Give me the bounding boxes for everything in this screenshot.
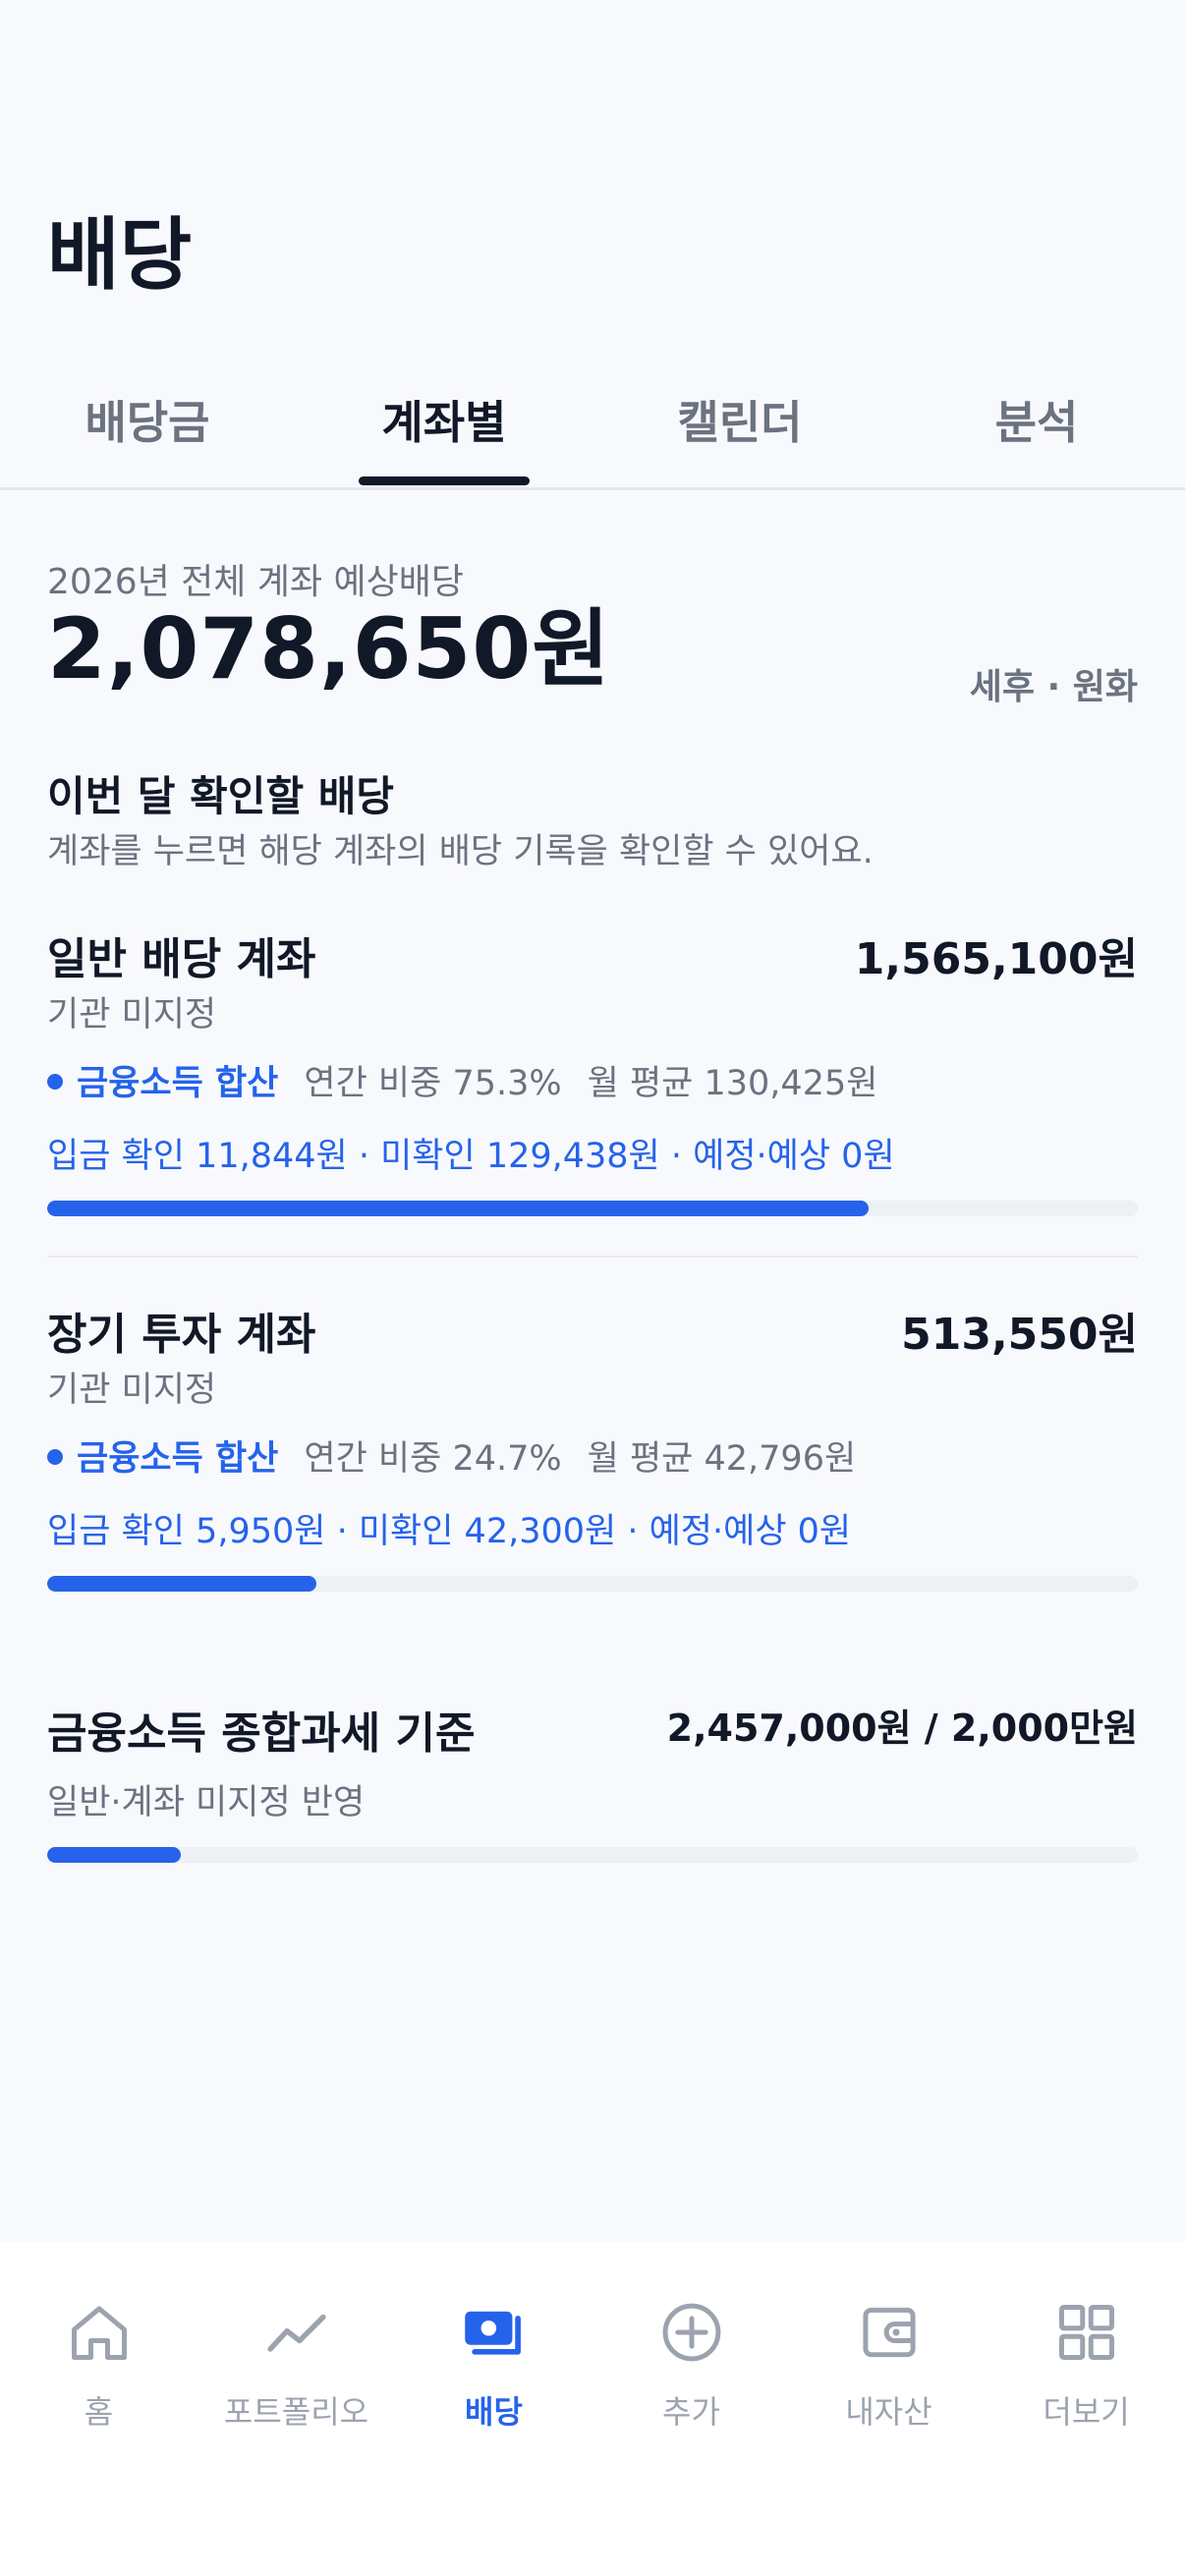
account-card-long-term[interactable]: 장기 투자 계좌 513,550원 기관 미지정 금융소득 합산 연간 비중 24… [47,1299,1138,1594]
page-title: 배당 [47,209,193,301]
monthly-average: 월 평균 130,425원 [587,1064,878,1103]
summary-note: 세후 · 원화 [969,667,1138,707]
account-progress-bar [47,1201,1138,1216]
financial-income-tag: 금융소득 합산 [77,1064,279,1103]
nav-portfolio[interactable]: 포트폴리오 [198,2299,395,2433]
nav-more[interactable]: 더보기 [988,2299,1185,2433]
tax-threshold-subtitle: 일반·계좌 미지정 반영 [47,1783,366,1822]
tax-progress-bar [47,1847,1138,1863]
tab-analysis[interactable]: 분석 [889,387,1184,452]
account-progress-fill [47,1576,317,1592]
nav-label: 추가 [662,2393,720,2431]
annual-share: 연간 비중 24.7% [304,1439,562,1479]
deposit-status: 입금 확인 5,950원 · 미확인 42,300원 · 예정·예상 0원 [47,1512,852,1551]
nav-dividend[interactable]: 배당 [395,2299,592,2433]
nav-label: 홈 [84,2393,114,2431]
tab-bar: 배당금 계좌별 캘린더 분석 [0,373,1185,490]
plus-circle-icon [662,2303,720,2362]
summary-total: 2,078,650원 [47,600,611,699]
nav-add[interactable]: 추가 [592,2299,790,2433]
account-institution: 기관 미지정 [47,1371,217,1410]
account-meta: 금융소득 합산 연간 비중 75.3% 월 평균 130,425원 [47,1055,903,1105]
wallet-icon [862,2307,916,2358]
nav-my-assets[interactable]: 내자산 [790,2299,988,2433]
section-title: 이번 달 확인할 배당 [47,772,394,820]
annual-share: 연간 비중 75.3% [304,1064,562,1103]
account-name: 장기 투자 계좌 [47,1310,316,1360]
summary-label: 2026년 전체 계좌 예상배당 [47,562,465,602]
account-meta: 금융소득 합산 연간 비중 24.7% 월 평균 42,796원 [47,1430,881,1481]
account-card-general[interactable]: 일반 배당 계좌 1,565,100원 기관 미지정 금융소득 합산 연간 비중 … [47,924,1138,1218]
tax-threshold-title: 금융소득 종합과세 기준 [47,1708,476,1759]
account-progress-fill [47,1201,869,1216]
tax-progress-fill [47,1847,182,1863]
tab-by-account[interactable]: 계좌별 [297,387,592,452]
nav-home[interactable]: 홈 [0,2299,198,2433]
monthly-average: 월 평균 42,796원 [587,1439,857,1479]
account-institution: 기관 미지정 [47,995,217,1035]
chart-line-icon [266,2314,326,2352]
account-amount: 513,550원 [901,1310,1138,1360]
grid-icon [1058,2305,1114,2360]
nav-label: 더보기 [1043,2393,1130,2431]
bottom-nav: 홈 포트폴리오 배당 추가 내자산 더보기 [0,2242,1185,2576]
home-icon [71,2306,127,2360]
status-dot-icon [47,1074,63,1090]
financial-income-tag: 금융소득 합산 [77,1439,279,1479]
nav-label: 내자산 [845,2393,932,2431]
nav-label: 배당 [465,2393,523,2431]
dividend-icon [464,2311,521,2355]
section-subtitle: 계좌를 누르면 해당 계좌의 배당 기록을 확인할 수 있어요. [47,832,874,871]
tax-threshold-value: 2,457,000원 / 2,000만원 [666,1707,1138,1750]
account-divider [47,1256,1138,1258]
tab-dividends[interactable]: 배당금 [0,387,295,452]
deposit-status: 입금 확인 11,844원 · 미확인 129,438원 · 예정·예상 0원 [47,1137,895,1176]
account-progress-bar [47,1576,1138,1592]
tab-calendar[interactable]: 캘린더 [592,387,887,452]
nav-label: 포트폴리오 [223,2393,369,2431]
status-dot-icon [47,1449,63,1465]
account-name: 일반 배당 계좌 [47,934,316,984]
account-amount: 1,565,100원 [854,934,1138,984]
active-tab-indicator [359,476,530,485]
